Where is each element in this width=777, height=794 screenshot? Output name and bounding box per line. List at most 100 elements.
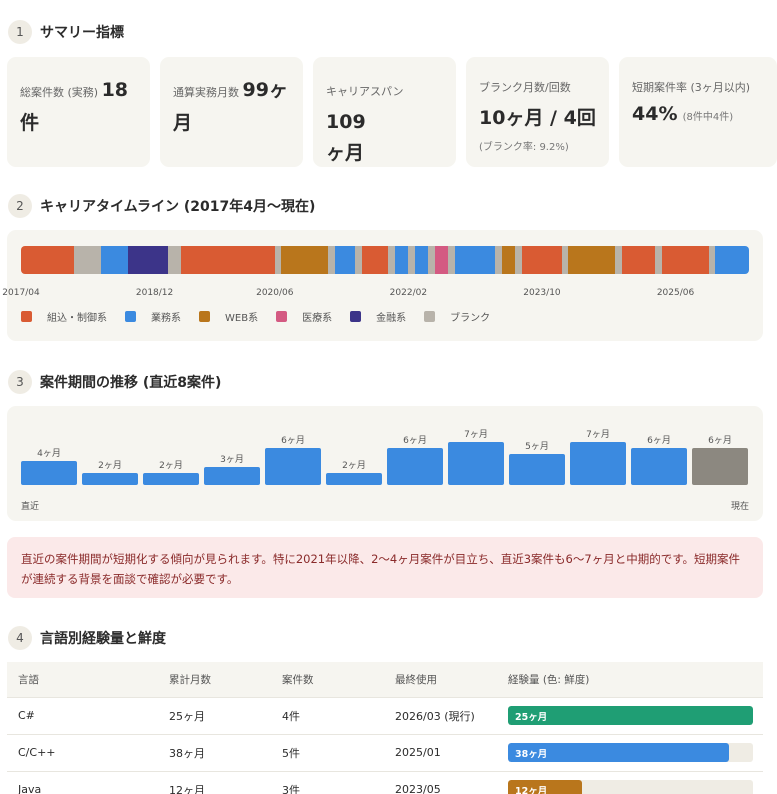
bar-data-label: 7ヶ月 — [586, 430, 610, 440]
timeline-segment-blank — [515, 246, 522, 274]
duration-bar-column: 2ヶ月 — [143, 458, 199, 485]
timeline-tick-label: 2017/04 — [2, 288, 40, 298]
legend-label: 組込・制御系 — [47, 313, 107, 324]
cell-language: C/C++ — [7, 733, 158, 771]
duration-bar — [509, 454, 565, 485]
timeline-segment-business — [414, 246, 429, 274]
timeline-panel: 2017/04 2018/12 2020/06 2022/02 2023/10 2025/… — [2, 230, 763, 341]
duration-bar-column: 6ヶ月 — [692, 433, 748, 485]
col-header-cases: 案件数 — [271, 662, 384, 697]
timeline-segment-business — [334, 246, 355, 274]
bar-data-label: 7ヶ月 — [464, 430, 488, 440]
bar-data-label: 6ヶ月 — [708, 436, 732, 446]
section-number: 2 — [8, 194, 32, 218]
cell-experience: 38ヶ月 — [497, 733, 763, 771]
metric-value: 99ヶ — [242, 79, 288, 101]
bar-data-label: 5ヶ月 — [525, 442, 549, 452]
timeline-segment-blank — [328, 246, 335, 274]
metric-label: ブランク月数/回数 — [479, 81, 571, 94]
metric-label: 通算実務月数 — [173, 86, 243, 99]
metric-sub: (8件中4件) — [682, 112, 734, 123]
cell-experience: 12ヶ月 — [497, 770, 763, 794]
trend-alert: 直近の案件期間が短期化する傾向が見られます。特に2021年以降、2〜4ヶ月案件が… — [7, 537, 763, 598]
duration-bar-column: 7ヶ月 — [570, 427, 626, 485]
timeline-segment-embedded — [521, 246, 562, 274]
metric-unit: 件 — [20, 112, 40, 134]
section-header-summary: 1 サマリー指標 — [8, 20, 124, 44]
experience-bar-track: 12ヶ月 — [508, 780, 753, 794]
legend-item-web: WEB系 — [199, 309, 258, 324]
timeline-segment-blank — [561, 246, 569, 274]
legend-label: 医療系 — [302, 313, 333, 324]
legend-label: 金融系 — [376, 313, 407, 324]
duration-bar — [143, 473, 199, 485]
timeline-segment-blank — [354, 246, 362, 274]
legend-item-blank: ブランク — [424, 309, 490, 324]
timeline-segment-finance — [127, 246, 168, 274]
timeline-segment-blank — [388, 246, 395, 274]
timeline-segment-blank — [428, 246, 435, 274]
section-header-languages: 4 言語別経験量と鮮度 — [8, 626, 166, 650]
timeline-segment-web — [501, 246, 516, 274]
timeline-segment-blank — [74, 246, 102, 274]
experience-bar-fill: 38ヶ月 — [508, 743, 729, 762]
table-row: C/C++ 38ヶ月 5件 2025/01 38ヶ月 — [7, 733, 763, 771]
axis-label-recent: 直近 — [21, 502, 40, 512]
table-row: Java 12ヶ月 3件 2023/05 12ヶ月 — [7, 770, 763, 794]
bar-data-label: 2ヶ月 — [342, 461, 366, 471]
metric-unit: ヶ月 — [326, 142, 365, 164]
bar-data-label: 6ヶ月 — [403, 436, 427, 446]
duration-bar-column: 7ヶ月 — [448, 427, 504, 485]
bar-data-label: 4ヶ月 — [37, 449, 61, 459]
timeline-segment-web — [568, 246, 616, 274]
timeline-segment-blank — [708, 246, 716, 274]
duration-bar — [448, 442, 504, 485]
duration-bar-column: 5ヶ月 — [509, 439, 565, 485]
section-title: 言語別経験量と鮮度 — [40, 631, 166, 647]
timeline-segment-embedded — [181, 246, 275, 274]
legend-swatch — [125, 311, 136, 322]
timeline-legend: 組込・制御系 業務系 WEB系 医療系 金融系 ブランク — [21, 309, 508, 324]
legend-item-medical: 医療系 — [276, 309, 332, 324]
bar-data-label: 3ヶ月 — [220, 455, 244, 465]
col-header-experience: 経験量 (色: 鮮度) — [497, 662, 763, 697]
duration-bar — [570, 442, 626, 485]
cell-cases: 4件 — [271, 696, 384, 734]
legend-label: WEB系 — [225, 313, 259, 324]
metric-label: 総案件数 (実務) — [20, 86, 102, 99]
legend-swatch — [199, 311, 210, 322]
timeline-segment-blank — [655, 246, 662, 274]
legend-item-embedded: 組込・制御系 — [21, 309, 107, 324]
timeline-segment-embedded — [361, 246, 389, 274]
timeline-segment-blank — [167, 246, 182, 274]
section-title: キャリアタイムライン (2017年4月〜現在) — [40, 199, 316, 215]
cell-last-used: 2025/01 — [384, 733, 497, 771]
timeline-segment-embedded — [21, 246, 75, 274]
timeline-tick-label: 2020/06 — [256, 288, 294, 298]
duration-bar — [387, 448, 443, 485]
timeline-tick-label: 2022/02 — [389, 288, 428, 298]
legend-swatch — [350, 311, 362, 322]
section-header-timeline: 2 キャリアタイムライン (2017年4月〜現在) — [8, 194, 315, 218]
timeline-segment-blank — [274, 246, 282, 274]
duration-bar-column: 4ヶ月 — [21, 446, 77, 485]
section-header-duration: 3 案件期間の推移 (直近8案件) — [8, 370, 221, 394]
duration-bar-column: 6ヶ月 — [387, 433, 443, 485]
duration-bar-column: 3ヶ月 — [204, 452, 260, 485]
bar-data-label: 6ヶ月 — [647, 436, 671, 446]
timeline-tick-label: 2018/12 — [135, 288, 174, 298]
legend-item-finance: 金融系 — [350, 309, 406, 324]
cell-cases: 3件 — [271, 770, 384, 794]
duration-bar-column: 6ヶ月 — [631, 433, 687, 485]
language-table: 言語 累計月数 案件数 最終使用 経験量 (色: 鮮度) C# 25ヶ月 4件 202… — [7, 662, 763, 794]
section-title: 案件期間の推移 (直近8案件) — [40, 375, 222, 391]
duration-bar-column: 2ヶ月 — [326, 458, 382, 485]
timeline-segment-business — [454, 246, 496, 274]
duration-bar — [204, 467, 260, 485]
legend-label: ブランク — [450, 313, 491, 324]
timeline-tick-label: 2023/10 — [523, 288, 561, 298]
cell-cases: 5件 — [271, 733, 384, 771]
axis-label-current: 現在 — [730, 502, 749, 512]
metric-value: 18 — [101, 79, 129, 101]
table-header-row: 言語 累計月数 案件数 最終使用 経験量 (色: 鮮度) — [7, 662, 763, 697]
